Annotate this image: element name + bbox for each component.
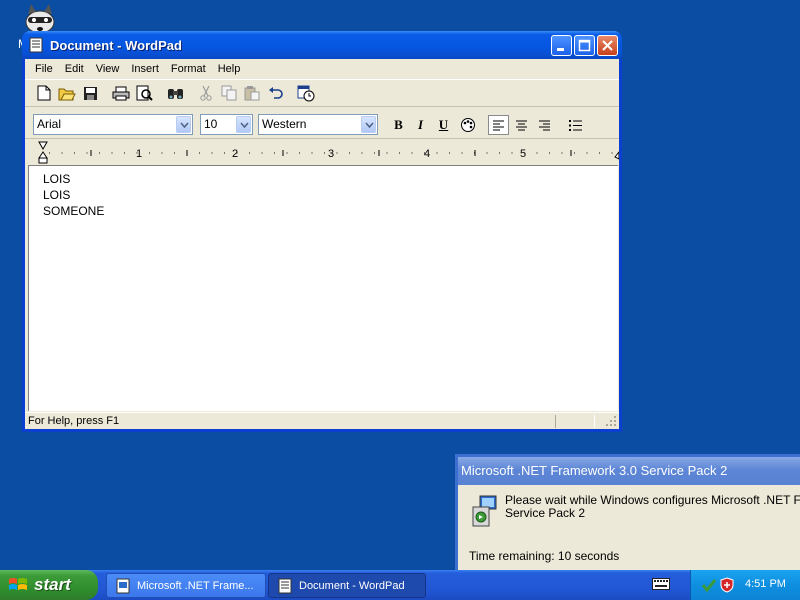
document-line: LOIS <box>43 172 71 186</box>
chevron-down-icon[interactable] <box>236 116 251 133</box>
time-remaining: Time remaining: 10 seconds <box>469 549 620 563</box>
chevron-down-icon[interactable] <box>176 116 191 133</box>
dotnet-progress-window: Microsoft .NET Framework 3.0 Service Pac… <box>455 454 800 573</box>
bold-button[interactable]: B <box>388 115 409 135</box>
dotnet-window-title[interactable]: Microsoft .NET Framework 3.0 Service Pac… <box>458 457 800 485</box>
cut-icon[interactable] <box>195 82 217 104</box>
ruler-number: 1 <box>136 148 142 160</box>
minimize-button[interactable] <box>551 35 572 56</box>
print-icon[interactable] <box>110 82 132 104</box>
taskbar-item-dotnet[interactable]: Microsoft .NET Frame... <box>106 573 266 598</box>
maximize-button[interactable] <box>574 35 595 56</box>
keyboard-icon[interactable] <box>652 578 670 590</box>
taskbar-item-wordpad[interactable]: Document - WordPad <box>268 573 426 598</box>
network-icon[interactable] <box>701 577 717 593</box>
document-editor[interactable]: LOIS LOIS SOMEONE <box>28 165 618 411</box>
close-button[interactable] <box>597 35 618 56</box>
chevron-down-icon[interactable] <box>361 116 376 133</box>
align-left-button[interactable] <box>488 115 509 135</box>
menu-edit[interactable]: Edit <box>59 63 90 75</box>
menu-file[interactable]: File <box>29 63 59 75</box>
ruler[interactable]: 1 2 3 4 5 <box>25 141 619 164</box>
open-icon[interactable] <box>56 82 78 104</box>
italic-button[interactable]: I <box>410 115 431 135</box>
taskbar: start Microsoft .NET Frame... Document -… <box>0 570 800 600</box>
format-toolbar: Arial 10 Western B I U <box>25 109 619 139</box>
color-palette-icon[interactable] <box>457 115 478 135</box>
clock[interactable]: 4:51 PM <box>745 578 786 590</box>
save-icon[interactable] <box>79 82 101 104</box>
ruler-scale: 1 2 3 4 5 <box>38 141 619 164</box>
menu-view[interactable]: View <box>90 63 126 75</box>
font-size-value: 10 <box>204 117 218 131</box>
standard-toolbar <box>25 79 619 107</box>
taskbar-item-label: Microsoft .NET Frame... <box>137 579 254 592</box>
ruler-number: 3 <box>328 148 334 160</box>
ruler-number: 4 <box>424 148 430 160</box>
window-title: Document - WordPad <box>50 37 182 53</box>
ruler-number: 5 <box>520 148 526 160</box>
system-tray: 4:51 PM <box>690 570 800 600</box>
menu-help[interactable]: Help <box>212 63 247 75</box>
font-size-combo[interactable]: 10 <box>200 114 253 135</box>
wordpad-app-icon <box>29 37 43 53</box>
document-line: LOIS <box>43 188 71 202</box>
dotnet-message: Please wait while Windows configures Mic… <box>505 493 800 520</box>
paste-icon[interactable] <box>241 82 263 104</box>
underline-button[interactable]: U <box>433 115 454 135</box>
ruler-number: 2 <box>232 148 238 160</box>
document-line: SOMEONE <box>43 204 105 218</box>
find-icon[interactable] <box>164 82 186 104</box>
align-right-button[interactable] <box>534 115 555 135</box>
wordpad-app-icon <box>278 578 292 593</box>
script-combo[interactable]: Western <box>258 114 378 135</box>
script-value: Western <box>262 117 307 131</box>
installer-icon <box>116 578 130 593</box>
wordpad-titlebar[interactable]: Document - WordPad <box>22 31 622 59</box>
wordpad-window: Document - WordPad File Edit View Insert… <box>22 31 622 432</box>
start-label: start <box>34 575 71 594</box>
align-center-button[interactable] <box>511 115 532 135</box>
windows-logo-icon <box>9 578 27 590</box>
setup-computer-icon <box>472 495 497 527</box>
resize-grip-icon[interactable] <box>605 415 617 427</box>
status-text: For Help, press F1 <box>28 415 120 427</box>
menu-format[interactable]: Format <box>165 63 212 75</box>
security-shield-icon[interactable] <box>719 577 735 593</box>
bullets-button[interactable] <box>565 115 586 135</box>
start-button[interactable]: start <box>0 570 98 600</box>
taskbar-item-label: Document - WordPad <box>299 579 405 592</box>
font-name-combo[interactable]: Arial <box>33 114 193 135</box>
copy-icon[interactable] <box>218 82 240 104</box>
print-preview-icon[interactable] <box>133 82 155 104</box>
new-icon[interactable] <box>33 82 55 104</box>
date-time-icon[interactable] <box>295 82 317 104</box>
menu-bar: File Edit View Insert Format Help <box>25 59 619 78</box>
font-name-value: Arial <box>37 117 62 131</box>
status-bar: For Help, press F1 <box>25 412 619 429</box>
menu-insert[interactable]: Insert <box>125 63 165 75</box>
undo-icon[interactable] <box>264 82 286 104</box>
